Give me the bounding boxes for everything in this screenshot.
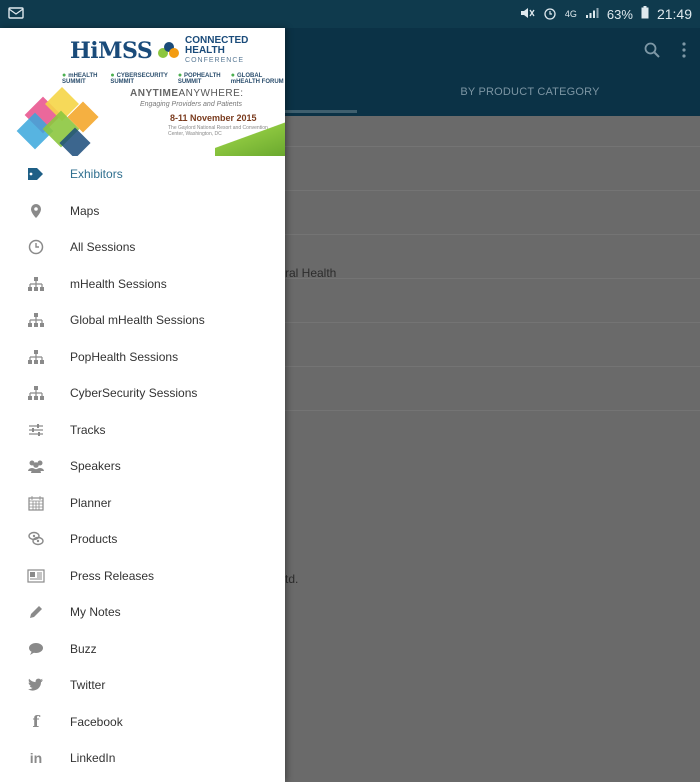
menu-item-facebook[interactable]: f Facebook [0,704,285,741]
menu-label: CyberSecurity Sessions [70,386,198,401]
people-icon [0,459,70,474]
menu-label: Planner [70,495,112,510]
summit-logo: GLOBAL mHEALTH FORUM [231,72,285,85]
list-item-text: td. [285,572,299,586]
mute-icon [519,7,535,22]
menu-label: Exhibitors [70,167,123,182]
menu-label: Buzz [70,641,97,656]
menu-label: All Sessions [70,240,136,255]
search-icon[interactable] [644,42,660,63]
alarm-icon [543,6,557,23]
summit-logos: mHEALTH SUMMIT CYBERSECURITY SUMMIT POPH… [62,72,285,85]
menu-label: Press Releases [70,568,155,583]
menu-label: Tracks [70,422,106,437]
menu-item-mhealth-sessions[interactable]: mHealth Sessions [0,266,285,303]
menu-item-all-sessions[interactable]: All Sessions [0,229,285,266]
tag-icon [0,167,70,181]
clock-time: 21:49 [656,6,692,22]
chat-bubble-icon [0,642,70,656]
menu-label: PopHealth Sessions [70,349,179,364]
tab-indicator [283,110,357,113]
map-pin-icon [0,203,70,219]
menu-label: LinkedIn [70,751,116,766]
menu-item-buzz[interactable]: Buzz [0,631,285,668]
menu-label: My Notes [70,605,121,620]
calendar-icon [0,495,70,511]
menu-item-tracks[interactable]: Tracks [0,412,285,449]
hierarchy-icon [0,349,70,365]
menu-label: mHealth Sessions [70,276,167,291]
signal-icon [585,7,599,22]
menu-item-press-releases[interactable]: Press Releases [0,558,285,595]
app-bar-actions [644,42,686,63]
navigation-drawer: HiMSS CONNECTED HEALTH CONFERENCE mHEALT… [0,28,285,782]
list-item-text: ral Health [285,266,337,280]
menu-label: Speakers [70,459,121,474]
status-right: 4G 63% 21:49 [519,6,692,23]
sliders-icon [0,423,70,437]
network-type: 4G [564,9,577,19]
linkedin-icon: in [29,750,43,767]
mosaic-graphic [16,87,110,156]
menu-item-my-notes[interactable]: My Notes [0,594,285,631]
products-icon [0,531,70,547]
connected-health-text: CONNECTED HEALTH [185,35,249,56]
connected-health-title: CONNECTED HEALTH CONFERENCE [185,36,285,66]
hierarchy-icon [0,385,70,401]
menu-item-linkedin[interactable]: in LinkedIn [0,740,285,777]
menu-item-exhibitors[interactable]: Exhibitors [0,156,285,193]
newspaper-icon [0,569,70,583]
pencil-icon [0,604,70,620]
menu-item-cybersecurity-sessions[interactable]: CyberSecurity Sessions [0,375,285,412]
twitter-icon [0,678,70,692]
menu-item-planner[interactable]: Planner [0,485,285,522]
swoosh-graphic [215,120,285,156]
anytime-anywhere: ANYTIMEANYWHERE: [130,88,244,99]
menu-label: Maps [70,203,100,218]
hierarchy-icon [0,276,70,292]
hierarchy-icon [0,312,70,328]
battery-icon [641,6,649,22]
menu-item-pophealth-sessions[interactable]: PopHealth Sessions [0,339,285,376]
conference-banner: HiMSS CONNECTED HEALTH CONFERENCE mHEALT… [0,28,285,156]
status-bar: 4G 63% 21:49 [0,0,700,28]
anywhere-text: ANYWHERE: [178,88,244,99]
logo-dots-icon [158,42,180,60]
menu-item-global-mhealth-sessions[interactable]: Global mHealth Sessions [0,302,285,339]
menu-label: Facebook [70,714,123,729]
himss-wordmark: HiMSS [70,38,153,64]
facebook-icon: f [32,712,40,732]
summit-logo: CYBERSECURITY SUMMIT [110,72,167,85]
menu-label: Twitter [70,678,106,693]
drawer-menu: Exhibitors Maps All Sessions mHealth Ses… [0,156,285,777]
overflow-menu-icon[interactable] [682,42,686,63]
menu-label: Global mHealth Sessions [70,313,205,328]
battery-percent: 63% [606,6,633,22]
menu-item-twitter[interactable]: Twitter [0,667,285,704]
tagline: Engaging Providers and Patients [140,101,242,108]
notification-icon [8,6,24,22]
summit-logo: mHEALTH SUMMIT [62,72,100,85]
conference-text: CONFERENCE [185,57,245,64]
summit-logo: POPHEALTH SUMMIT [178,72,221,85]
tab-by-product-category[interactable]: BY PRODUCT CATEGORY [360,86,700,98]
himss-logo: HiMSS CONNECTED HEALTH CONFERENCE [70,36,285,66]
menu-item-products[interactable]: Products [0,521,285,558]
clock-icon [0,239,70,255]
menu-label: Products [70,532,118,547]
anytime-text: ANYTIME [130,88,179,99]
menu-item-maps[interactable]: Maps [0,193,285,230]
menu-item-speakers[interactable]: Speakers [0,448,285,485]
